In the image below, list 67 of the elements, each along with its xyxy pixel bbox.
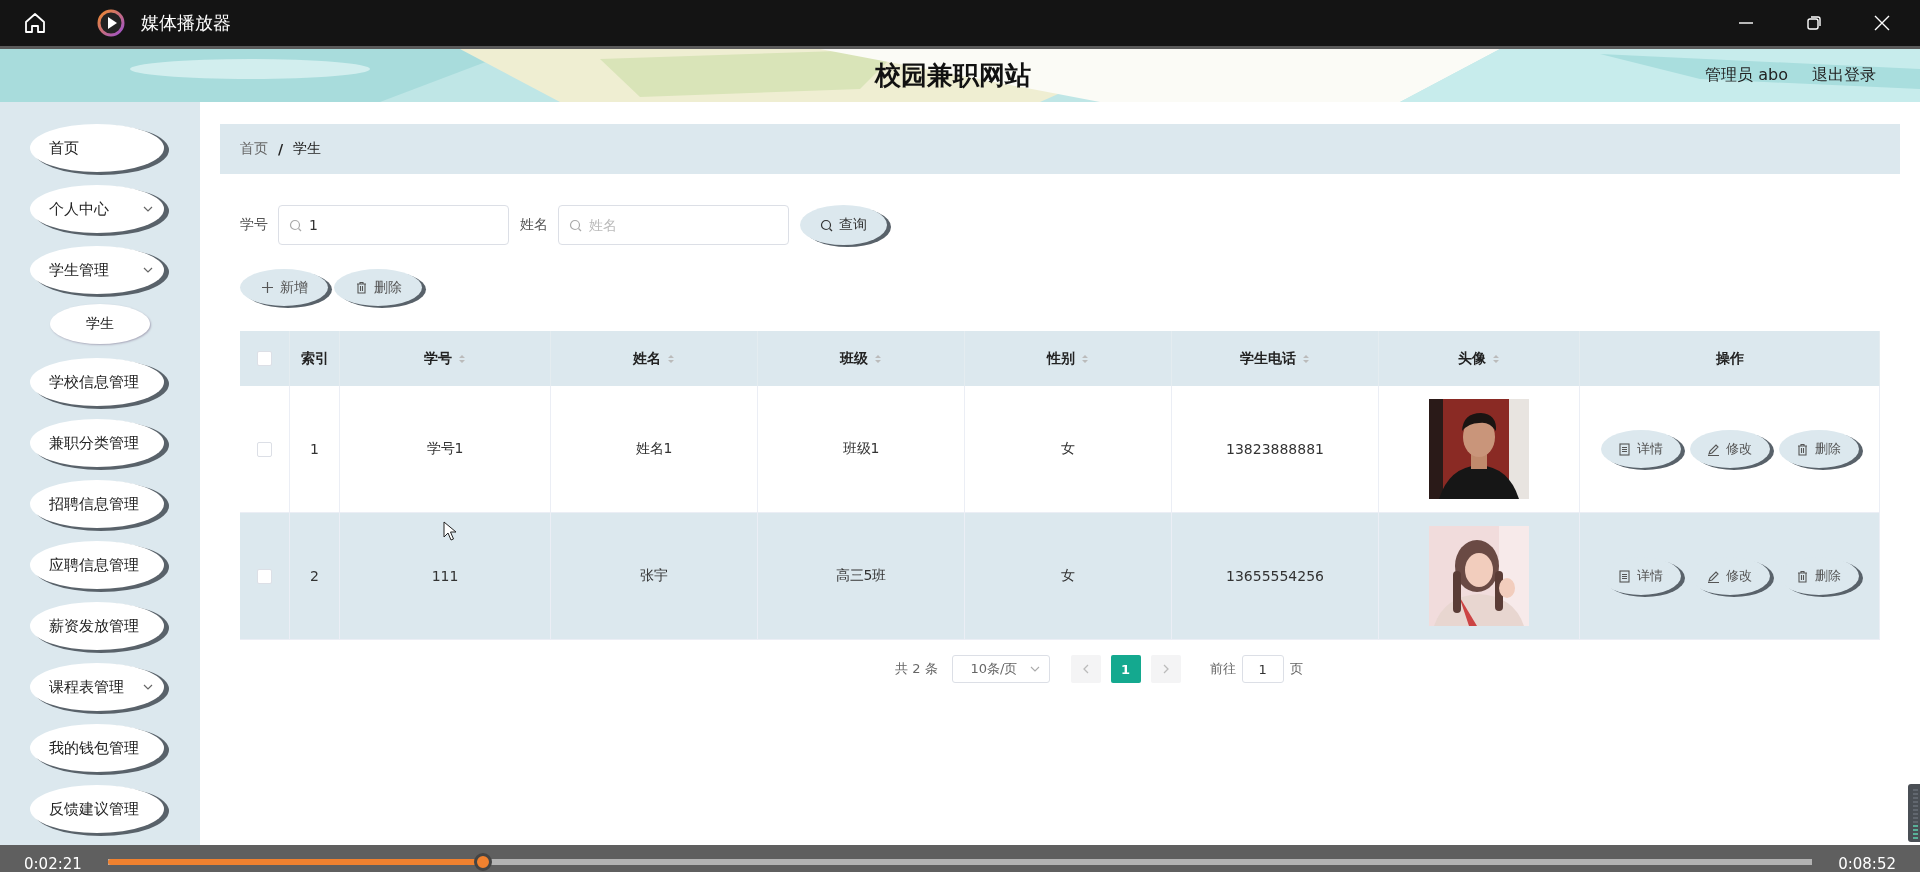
search-icon <box>820 218 833 232</box>
delete-button[interactable]: 删除 <box>1778 430 1859 468</box>
next-page-button[interactable] <box>1150 655 1181 683</box>
close-icon[interactable] <box>1873 14 1891 32</box>
search-field[interactable]: 姓名 <box>558 205 789 245</box>
table-cell: 张宇 <box>640 567 668 585</box>
table-cell: 女 <box>1061 567 1075 585</box>
volume-meter-icon <box>1908 784 1920 842</box>
delete-button[interactable]: 删除 <box>334 269 422 306</box>
trash-icon <box>1796 569 1809 583</box>
submenu-item[interactable]: 学生 <box>50 304 150 344</box>
table-cell: 1 <box>310 441 319 457</box>
page-size-select[interactable]: 10条/页 <box>951 655 1050 683</box>
logout-link[interactable]: 退出登录 <box>1812 65 1876 86</box>
mouse-pointer-icon <box>443 521 457 541</box>
edit-button[interactable]: 修改 <box>1689 430 1770 468</box>
add-button[interactable]: 新增 <box>240 269 328 306</box>
goto-label: 前往 <box>1209 660 1236 678</box>
table-row[interactable]: 2 111 张宇 高三5班 女 13655554256 详情 修改 删除 <box>240 513 1880 640</box>
checkbox[interactable] <box>257 441 272 457</box>
player-logo-icon <box>97 9 125 37</box>
table-cell: 2 <box>310 568 319 584</box>
plus-icon <box>260 281 274 294</box>
sort-icon[interactable] <box>1302 353 1310 364</box>
site-title: 校园兼职网站 <box>875 59 1031 92</box>
restore-icon[interactable] <box>1805 14 1823 32</box>
field-label: 姓名 <box>520 216 548 234</box>
trash-icon <box>1796 442 1809 456</box>
previous-page-button[interactable] <box>1070 655 1101 683</box>
pencil-icon <box>1707 569 1720 583</box>
table-row[interactable]: 1 学号1 姓名1 班级1 女 13823888881 详情 修改 删除 <box>240 386 1880 513</box>
checkbox[interactable] <box>257 351 272 366</box>
window-title: 媒体播放器 <box>141 11 231 35</box>
search-button[interactable]: 查询 <box>800 205 887 245</box>
table-cell: 13655554256 <box>1226 568 1324 584</box>
checkbox[interactable] <box>257 568 272 584</box>
table-cell: 高三5班 <box>835 567 887 585</box>
sort-icon[interactable] <box>458 353 466 364</box>
field-label: 学号 <box>240 216 268 234</box>
trash-icon <box>354 281 368 294</box>
user-name: 管理员 abo <box>1705 65 1788 86</box>
sort-icon[interactable] <box>667 353 675 364</box>
detail-button[interactable]: 详情 <box>1600 430 1681 468</box>
sort-icon[interactable] <box>874 353 882 364</box>
page-unit-label: 页 <box>1289 660 1303 678</box>
table-cell: 姓名1 <box>635 440 673 458</box>
table-cell: 班级1 <box>842 440 880 458</box>
page-number-field[interactable]: 1 <box>1241 655 1284 683</box>
table-cell: 学号1 <box>426 440 464 458</box>
search-icon <box>569 219 582 232</box>
document-icon <box>1618 442 1631 456</box>
total-count: 共 2 条 <box>895 660 938 678</box>
breadcrumb-separator: / <box>278 141 284 157</box>
search-icon <box>289 219 302 232</box>
table-cell: 13823888881 <box>1226 441 1324 457</box>
breadcrumb-link[interactable]: 首页 <box>240 140 268 158</box>
document-icon <box>1618 569 1631 583</box>
pencil-icon <box>1707 442 1720 456</box>
table-cell: 女 <box>1061 440 1075 458</box>
sort-icon[interactable] <box>1081 353 1089 364</box>
home-icon[interactable] <box>23 11 47 35</box>
sort-icon[interactable] <box>1492 353 1500 364</box>
progress-thumb[interactable] <box>473 853 492 871</box>
table-cell: 111 <box>431 568 459 584</box>
search-field[interactable]: 1 <box>278 205 509 245</box>
total-time: 0:08:52 <box>1838 856 1896 872</box>
elapsed-time: 0:02:21 <box>24 856 82 872</box>
